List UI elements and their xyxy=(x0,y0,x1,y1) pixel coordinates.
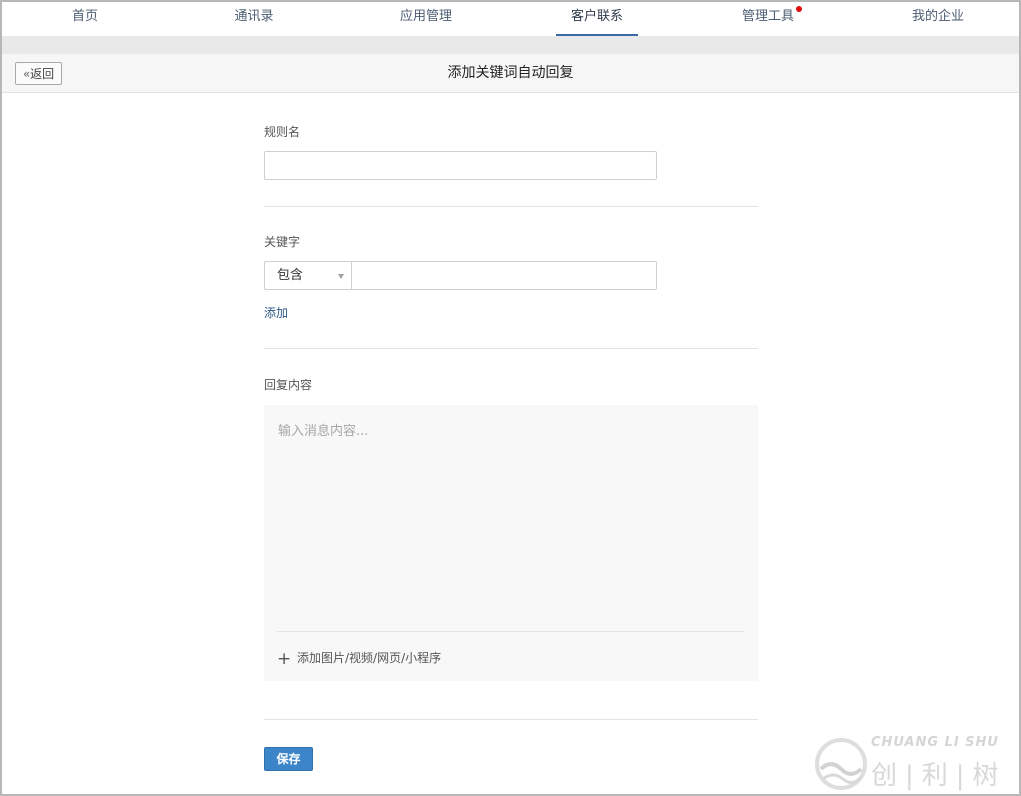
top-nav: 首页 通讯录 应用管理 客户联系 管理工具 我的企业 xyxy=(2,2,1019,36)
section-divider xyxy=(264,348,758,349)
watermark-logo: CHUANG LI SHU 创|利|树 xyxy=(815,735,1015,793)
nav-item-management-tools[interactable]: 管理工具 xyxy=(739,2,797,36)
add-media-button[interactable]: + 添加图片/视频/网页/小程序 xyxy=(277,649,442,669)
reply-content-textarea[interactable] xyxy=(264,405,758,631)
nav-item-my-enterprise[interactable]: 我的企业 xyxy=(910,2,966,36)
plus-icon: + xyxy=(277,649,292,669)
reply-editor-divider xyxy=(277,631,744,632)
nav-separator-band xyxy=(2,36,1019,54)
nav-item-contacts[interactable]: 通讯录 xyxy=(233,2,275,36)
wave-logo-icon xyxy=(815,738,867,790)
notification-badge-dot xyxy=(796,6,802,12)
page-header: 添加关键词自动回复 «返回 xyxy=(2,54,1019,93)
watermark-text-en: CHUANG LI SHU xyxy=(871,735,999,750)
add-media-label: 添加图片/视频/网页/小程序 xyxy=(297,651,442,665)
keyword-input[interactable] xyxy=(351,261,657,290)
watermark-text-cn: 创|利|树 xyxy=(871,761,1007,791)
reply-content-label: 回复内容 xyxy=(264,378,313,392)
back-button-label: 返回 xyxy=(30,67,55,81)
reply-editor: + 添加图片/视频/网页/小程序 xyxy=(264,405,758,681)
keyword-match-select[interactable]: 包含 xyxy=(264,261,351,290)
rule-name-input[interactable] xyxy=(264,151,657,180)
nav-item-app-management[interactable]: 应用管理 xyxy=(398,2,454,36)
section-divider xyxy=(264,719,758,720)
page-title: 添加关键词自动回复 xyxy=(447,65,574,81)
add-keyword-link[interactable]: 添加 xyxy=(264,304,288,321)
nav-item-home[interactable]: 首页 xyxy=(68,2,102,36)
rule-name-label: 规则名 xyxy=(264,125,301,139)
save-button[interactable]: 保存 xyxy=(264,747,313,771)
keyword-label: 关键字 xyxy=(264,235,301,249)
nav-item-customer-contact[interactable]: 客户联系 xyxy=(556,2,638,36)
caret-down-icon xyxy=(338,274,344,279)
section-divider xyxy=(264,206,758,207)
keyword-match-value: 包含 xyxy=(277,268,304,283)
back-button[interactable]: «返回 xyxy=(15,62,62,85)
app-window: 首页 通讯录 应用管理 客户联系 管理工具 我的企业 添加关键词自动回复 «返回… xyxy=(0,0,1021,796)
